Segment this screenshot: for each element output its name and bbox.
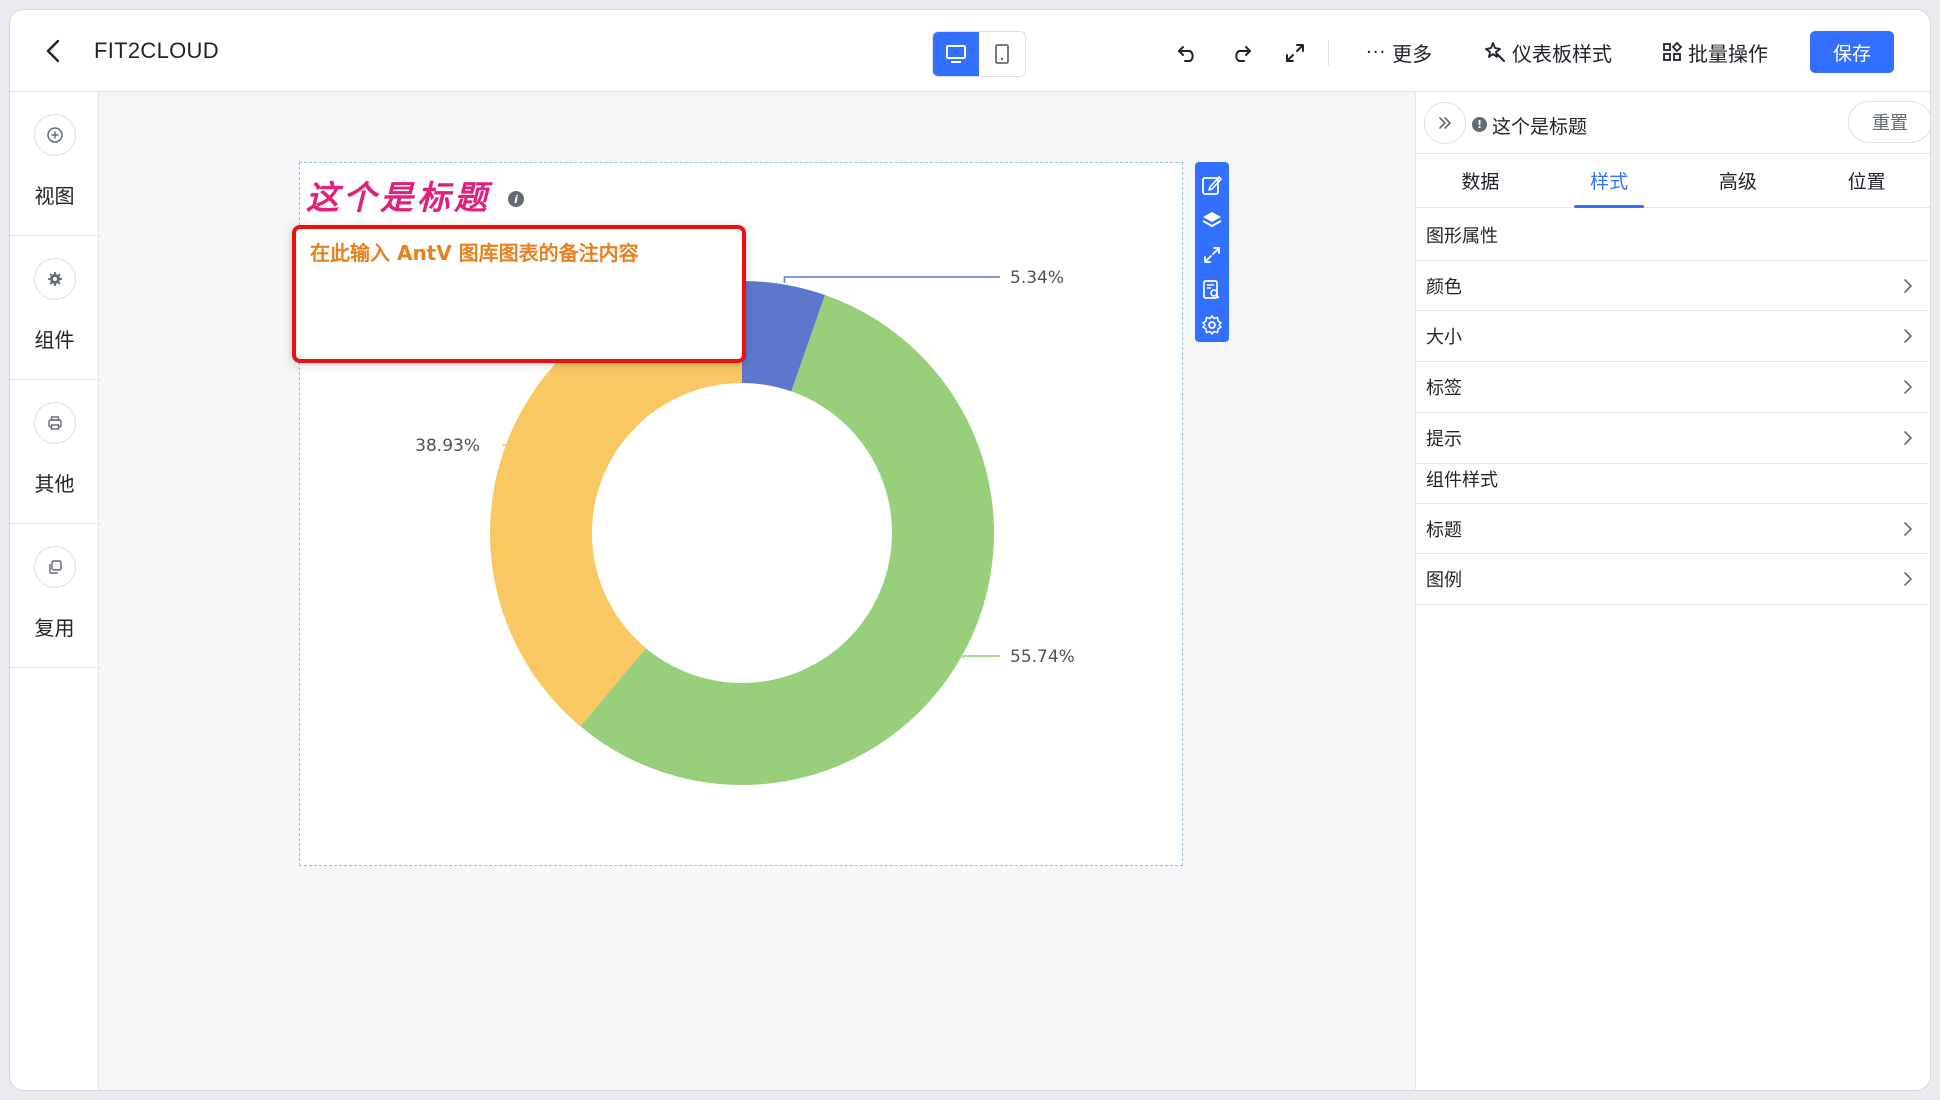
batch-operation-label: 批量操作 [1688, 41, 1768, 66]
undo-button[interactable] [1175, 40, 1201, 66]
chevron-right-icon [1904, 329, 1912, 343]
label-leader-line [783, 276, 1000, 283]
sidebar-item-label: 其他 [34, 472, 75, 496]
document-search-icon [1203, 279, 1220, 299]
header-divider [1328, 40, 1329, 66]
gear-icon [33, 258, 76, 300]
expand-icon [1286, 44, 1304, 62]
app-title: FIT2CLOUD [94, 38, 219, 63]
left-sidebar: 视图 组件 其他 复用 [10, 92, 99, 1090]
app-window: FIT2CLOUD ··· 更多 仪表板样式 批量操作 保存 视图 组件 其他 … [10, 10, 1930, 1090]
sidebar-item-component[interactable]: 组件 [10, 236, 99, 380]
prop-row-label[interactable]: 标签 [1416, 362, 1928, 413]
expand-icon [1204, 247, 1220, 263]
redo-button[interactable] [1228, 40, 1254, 66]
ellipsis-icon: ··· [1366, 41, 1387, 63]
tab-data[interactable]: 数据 [1416, 154, 1545, 207]
sidebar-item-label: 视图 [34, 184, 75, 208]
panel-title: 这个是标题 [1492, 116, 1588, 138]
dashboard-style-button[interactable]: 仪表板样式 [1484, 37, 1612, 67]
chevron-right-icon [1904, 572, 1912, 586]
prop-label: 提示 [1426, 429, 1462, 450]
dashboard-canvas[interactable]: 5.34% 55.74% 38.93% 这个是标题 i 在此输入 AntV 图库图表… [99, 92, 1415, 1090]
mobile-view-button[interactable] [979, 32, 1025, 76]
printer-icon [33, 402, 76, 444]
prop-row-color[interactable]: 颜色 [1416, 260, 1928, 311]
chevron-right-icon [1904, 522, 1912, 536]
sidebar-item-reuse[interactable]: 复用 [10, 524, 99, 668]
save-button[interactable]: 保存 [1810, 31, 1894, 73]
reset-button[interactable]: 重置 [1848, 101, 1930, 143]
chevron-right-icon [1904, 431, 1912, 445]
tab-style[interactable]: 样式 [1545, 154, 1674, 208]
prop-row-size[interactable]: 大小 [1416, 311, 1928, 362]
layers-icon [1202, 212, 1222, 228]
prop-row-legend[interactable]: 图例 [1416, 554, 1928, 605]
enlarge-button[interactable] [1198, 238, 1226, 273]
desktop-icon [946, 45, 966, 63]
chart-title[interactable]: 这个是标题 [306, 171, 491, 219]
undo-icon [1178, 46, 1194, 62]
slice-percent-label: 38.93% [415, 436, 480, 456]
sidebar-item-label: 复用 [34, 616, 75, 640]
fullscreen-button[interactable] [1282, 40, 1308, 66]
label-leader-line [962, 655, 1000, 659]
edit-button[interactable] [1198, 168, 1226, 203]
gear-icon [1202, 314, 1222, 335]
section-title-component: 组件样式 [1426, 470, 1498, 491]
sidebar-item-view[interactable]: 视图 [10, 92, 99, 236]
grid-icon [1663, 42, 1682, 61]
prop-label: 图例 [1426, 570, 1462, 591]
chevron-right-icon [1904, 380, 1912, 394]
alert-circle-icon: ! [1472, 117, 1487, 132]
edit-icon [1202, 176, 1222, 196]
sidebar-item-label: 组件 [34, 328, 75, 352]
copy-icon [33, 546, 76, 588]
remark-text: 在此输入 AntV 图库图表的备注内容 [310, 241, 639, 265]
info-icon[interactable]: i [508, 191, 524, 207]
settings-button[interactable] [1198, 307, 1226, 342]
collapse-panel-button[interactable] [1424, 102, 1466, 144]
back-button[interactable] [38, 36, 68, 66]
panel-tabs: 数据 样式 高级 位置 [1416, 154, 1930, 208]
more-label: 更多 [1392, 41, 1433, 66]
more-button[interactable]: ··· 更多 [1366, 37, 1432, 67]
prop-label: 标签 [1426, 378, 1462, 399]
prop-label: 大小 [1426, 327, 1462, 348]
desktop-view-button[interactable] [933, 32, 979, 76]
double-chevron-right-icon [1439, 117, 1451, 129]
prop-row-tooltip[interactable]: 提示 [1416, 413, 1928, 464]
remark-popover: 在此输入 AntV 图库图表的备注内容 [292, 225, 746, 363]
batch-operation-button[interactable]: 批量操作 [1662, 37, 1768, 67]
view-details-button[interactable] [1198, 272, 1226, 307]
property-panel: ! 这个是标题 重置 数据 样式 高级 位置 图形属性 颜色 大小 标签 提示 … [1415, 92, 1930, 1090]
top-header: FIT2CLOUD ··· 更多 仪表板样式 批量操作 保存 [10, 10, 1930, 92]
panel-header: ! 这个是标题 重置 [1416, 92, 1930, 154]
sidebar-item-other[interactable]: 其他 [10, 380, 99, 524]
chart-floating-toolbar [1195, 162, 1229, 342]
redo-icon [1235, 46, 1251, 62]
dashboard-style-label: 仪表板样式 [1512, 41, 1612, 66]
slice-percent-label: 5.34% [1010, 268, 1064, 288]
chart-card[interactable]: 5.34% 55.74% 38.93% 这个是标题 i 在此输入 AntV 图库图表… [292, 162, 1183, 866]
chevron-left-icon [46, 39, 60, 63]
prop-label: 标题 [1426, 519, 1462, 541]
prop-row-title[interactable]: 标题 [1416, 503, 1928, 554]
layer-button[interactable] [1198, 203, 1226, 238]
device-toggle [932, 31, 1026, 77]
tab-advanced[interactable]: 高级 [1674, 154, 1803, 207]
magic-wand-icon [1485, 42, 1505, 62]
chevron-right-icon [1904, 279, 1912, 293]
prop-label: 颜色 [1426, 276, 1462, 298]
section-title-graphic: 图形属性 [1426, 226, 1498, 247]
slice-percent-label: 55.74% [1010, 647, 1075, 667]
plus-circle-icon [33, 114, 76, 156]
mobile-icon [995, 44, 1009, 64]
tab-position[interactable]: 位置 [1802, 154, 1930, 207]
